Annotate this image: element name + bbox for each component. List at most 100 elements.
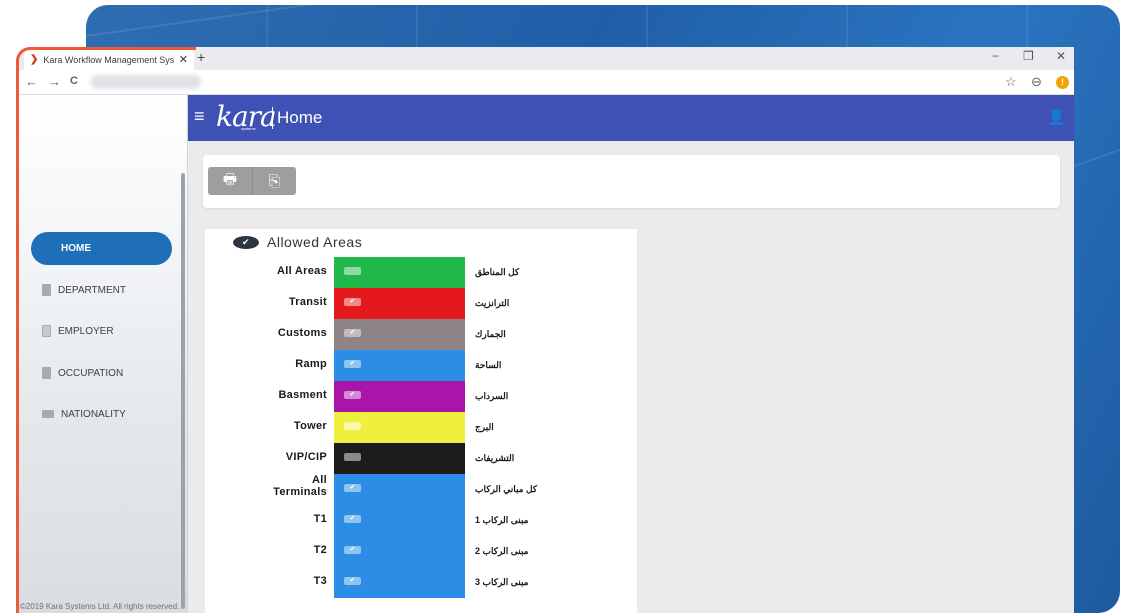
area-color-swatch: ✔ — [334, 474, 465, 505]
user-icon[interactable]: 👤 — [1047, 108, 1066, 126]
reload-button[interactable]: C — [70, 75, 78, 87]
allowed-areas-heading: ✔ Allowed Areas — [233, 234, 362, 250]
tab-title: Kara Workflow Management Sys — [43, 54, 175, 65]
area-color-swatch — [334, 443, 465, 474]
area-name-en: VIP/CIP — [285, 451, 327, 463]
area-name-ar: مبنى الركاب 3 — [475, 577, 529, 587]
area-checkbox[interactable]: ✔ — [344, 298, 361, 306]
tab-bar: ❯ Kara Workflow Management Sys ✕ + − ❐ ✕ — [16, 47, 1074, 70]
area-checkbox[interactable]: ✔ — [344, 546, 361, 554]
area-name-en: T1 — [313, 513, 327, 525]
toolbar-card: 🖶 ⎘ — [203, 155, 1060, 208]
header-divider — [272, 107, 273, 129]
area-checkbox[interactable]: ✔ — [344, 577, 361, 585]
area-checkbox[interactable] — [344, 453, 361, 461]
area-name-ar: البرج — [475, 422, 494, 432]
extension-alert-icon[interactable]: ! — [1056, 76, 1069, 89]
sidebar-item-occupation[interactable]: OCCUPATION — [42, 363, 123, 383]
sidebar-item-employer[interactable]: EMPLOYER — [42, 321, 114, 341]
export-file-icon: ⎘ — [268, 172, 281, 190]
sidebar-item-label: OCCUPATION — [58, 367, 124, 379]
area-name-en: Transit — [288, 296, 327, 308]
sidebar-scrollbar[interactable] — [181, 173, 185, 609]
checkmark-icon: ✔ — [233, 235, 259, 249]
sidebar-item-nationality[interactable]: NATIONALITY — [42, 404, 126, 424]
area-name-en: All Areas — [277, 265, 327, 277]
area-name-ar: مبنى الركاب 2 — [475, 546, 529, 556]
area-color-swatch: ✔ — [334, 381, 465, 412]
area-row: Transit ✔ الترانزيت — [205, 288, 637, 319]
favicon-icon: ❯ — [30, 54, 39, 65]
url-field[interactable] — [91, 75, 201, 89]
window-close-button[interactable]: ✕ — [1056, 49, 1066, 63]
page-title: Home — [277, 108, 323, 127]
menu-icon[interactable]: ≡ — [194, 106, 205, 127]
area-checkbox[interactable]: ✔ — [344, 484, 361, 492]
area-name-ar: مبنى الركاب 1 — [475, 515, 529, 525]
maximize-button[interactable]: ❐ — [1023, 49, 1034, 63]
copyright-text: ©2019 Kara Systems Ltd. All rights reser… — [20, 602, 180, 611]
bookmark-star-icon[interactable]: ☆ — [1005, 74, 1017, 90]
area-row: T1 ✔ مبنى الركاب 1 — [205, 505, 637, 536]
sidebar-item-department[interactable]: DEPARTMENT — [42, 280, 126, 300]
sidebar-item-label: EMPLOYER — [58, 325, 114, 337]
area-name-en: Tower — [293, 420, 327, 432]
building-icon — [42, 284, 51, 296]
address-bar: ← → C ☆ ⊖ ! — [16, 70, 1074, 95]
area-name-ar: السرداب — [475, 391, 509, 401]
export-button[interactable]: ⎘ — [252, 167, 296, 195]
area-row: T2 ✔ مبنى الركاب 2 — [205, 536, 637, 567]
area-color-swatch — [334, 257, 465, 288]
forward-button[interactable]: → — [48, 74, 61, 89]
browser-window: ❯ Kara Workflow Management Sys ✕ + − ❐ ✕… — [16, 47, 1074, 613]
area-row: Tower البرج — [205, 412, 637, 443]
area-row: Ramp ✔ الساحة — [205, 350, 637, 381]
area-checkbox[interactable] — [344, 267, 361, 275]
main-content: 🖶 ⎘ ✔ Allowed Areas All Areas كل المناطق T… — [188, 141, 1074, 613]
sidebar: HOME DEPARTMENT EMPLOYER OCCUPATION NATI… — [16, 95, 188, 613]
area-row: All Terminals ✔ كل مباني الركاب — [205, 474, 637, 505]
area-row: Basment ✔ السرداب — [205, 381, 637, 412]
minimize-button[interactable]: − — [992, 49, 999, 63]
area-name-ar: الترانزيت — [475, 298, 510, 308]
area-color-swatch: ✔ — [334, 536, 465, 567]
back-button[interactable]: ← — [25, 74, 38, 89]
area-name-en: Ramp — [295, 358, 327, 370]
area-checkbox[interactable] — [344, 422, 361, 430]
area-row: All Areas كل المناطق — [205, 257, 637, 288]
area-color-swatch: ✔ — [334, 567, 465, 598]
area-name-en: T2 — [313, 544, 327, 556]
area-checkbox[interactable]: ✔ — [344, 515, 361, 523]
area-checkbox[interactable]: ✔ — [344, 391, 361, 399]
area-color-swatch: ✔ — [334, 350, 465, 381]
area-name-ar: التشريفات — [475, 453, 515, 463]
area-name-ar: الساحة — [475, 360, 502, 370]
area-checkbox[interactable]: ✔ — [344, 329, 361, 337]
area-row: Customs ✔ الجمارك — [205, 319, 637, 350]
browser-tab[interactable]: ❯ Kara Workflow Management Sys ✕ — [24, 49, 194, 70]
flag-icon — [42, 410, 54, 418]
area-color-swatch: ✔ — [334, 288, 465, 319]
area-color-swatch: ✔ — [334, 319, 465, 350]
sidebar-item-label: NATIONALITY — [61, 408, 126, 420]
action-button-group: 🖶 ⎘ — [208, 167, 296, 195]
document-icon — [42, 325, 51, 337]
area-name-en: T3 — [313, 575, 327, 587]
area-name-ar: كل المناطق — [475, 267, 520, 277]
area-row: VIP/CIP التشريفات — [205, 443, 637, 474]
tab-close-icon[interactable]: ✕ — [179, 53, 188, 66]
area-color-swatch — [334, 412, 465, 443]
app-header: ≡ kara systems Home 👤 — [188, 95, 1074, 141]
allowed-areas-card: ✔ Allowed Areas All Areas كل المناطق Trans… — [205, 229, 637, 613]
area-name-en-line: All — [312, 474, 327, 486]
print-button[interactable]: 🖶 — [208, 167, 252, 195]
account-icon[interactable]: ⊖ — [1031, 74, 1042, 90]
area-checkbox[interactable]: ✔ — [344, 360, 361, 368]
new-tab-button[interactable]: + — [197, 49, 205, 65]
area-row: T3 ✔ مبنى الركاب 3 — [205, 567, 637, 598]
allowed-areas-title: Allowed Areas — [267, 234, 363, 250]
area-name-ar: الجمارك — [475, 329, 506, 339]
area-name-en: All Terminals — [273, 474, 327, 498]
sidebar-item-home[interactable]: HOME — [31, 232, 172, 265]
area-name-en: Customs — [277, 327, 327, 339]
